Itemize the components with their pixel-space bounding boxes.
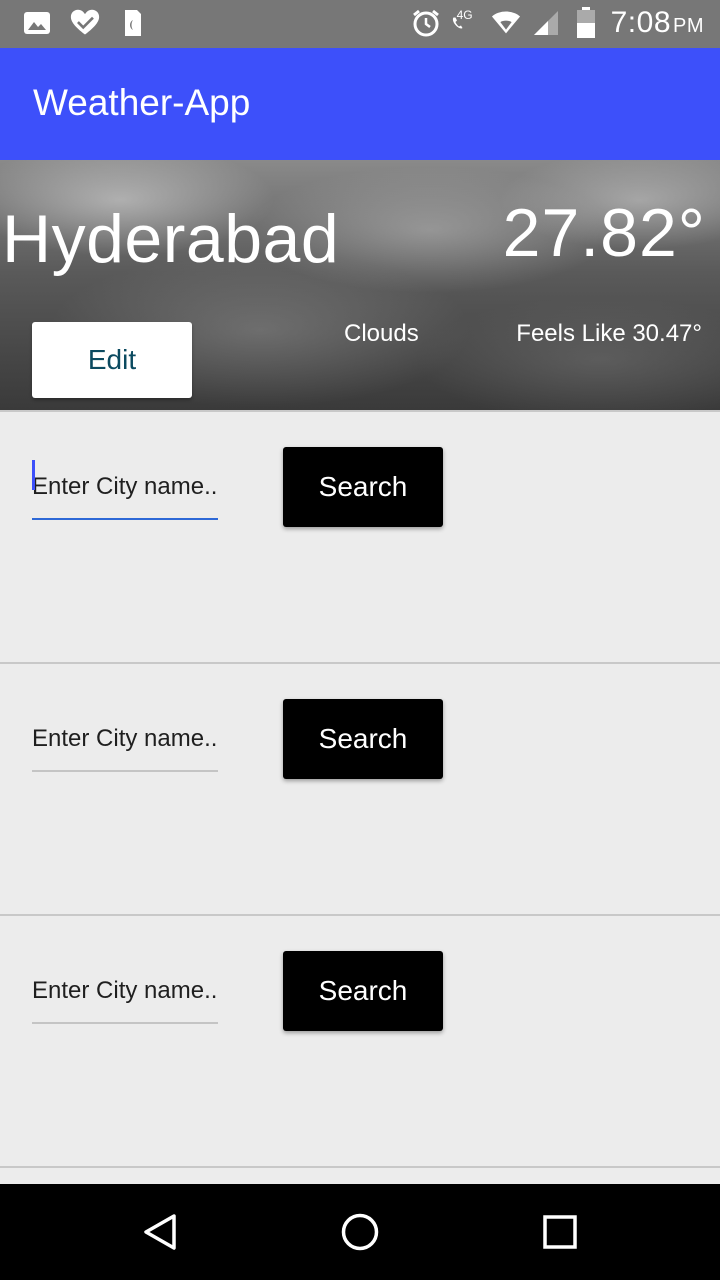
clock: 7:08 PM <box>610 6 704 39</box>
status-bar: 4G 7:08 PM <box>0 0 720 48</box>
city-search-input[interactable] <box>32 960 218 1024</box>
app-title: Weather-App <box>33 82 251 123</box>
search-button[interactable]: Search <box>283 699 443 779</box>
wifi-icon <box>491 8 521 38</box>
signal-icon <box>531 8 561 38</box>
weather-condition: Clouds <box>344 320 419 347</box>
city-search-input[interactable] <box>32 456 218 520</box>
edit-button[interactable]: Edit <box>32 322 192 398</box>
sim-icon <box>118 8 148 38</box>
back-icon[interactable] <box>140 1212 180 1252</box>
search-card: Search <box>0 914 720 1167</box>
alarm-icon <box>411 8 441 38</box>
search-button[interactable]: Search <box>283 951 443 1031</box>
home-icon[interactable] <box>340 1212 380 1252</box>
app-bar: Weather-App <box>0 48 720 160</box>
heart-check-icon <box>70 8 100 38</box>
feels-like: Feels Like 30.47° <box>516 320 702 347</box>
search-card-partial <box>0 1166 720 1186</box>
text-cursor <box>32 460 35 490</box>
search-card: Search <box>0 662 720 915</box>
navigation-bar <box>0 1184 720 1280</box>
network-type: 4G <box>456 8 473 22</box>
recents-icon[interactable] <box>540 1212 580 1252</box>
city-name: Hyderabad <box>2 201 340 277</box>
image-icon <box>22 8 52 38</box>
search-card: Search <box>0 410 720 663</box>
city-search-input[interactable] <box>32 708 218 772</box>
search-button[interactable]: Search <box>283 447 443 527</box>
weather-hero: Hyderabad 27.82° Edit Clouds Feels Like … <box>0 160 720 410</box>
temperature: 27.82° <box>502 195 706 271</box>
battery-icon <box>571 7 601 38</box>
call-icon: 4G <box>451 8 481 38</box>
